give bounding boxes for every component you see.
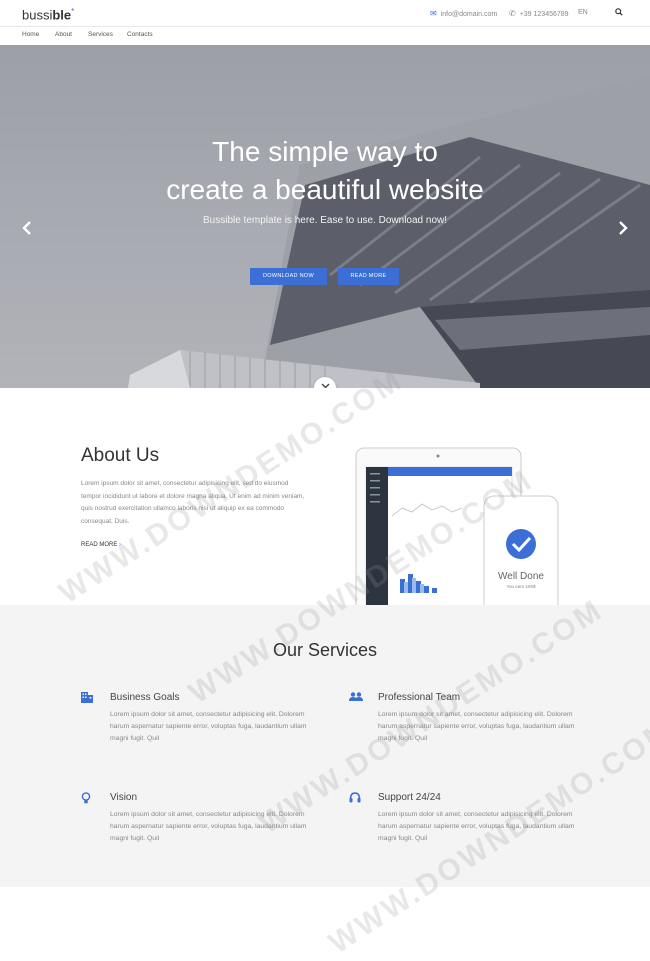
phone-subcaption: You earn 150$: [506, 584, 536, 589]
next-slide-arrow-icon[interactable]: [618, 221, 628, 240]
phone-icon: ✆: [509, 9, 516, 18]
hero-slider: The simple way to create a beautiful web…: [0, 45, 650, 388]
download-now-button[interactable]: DOWNLOAD NOW: [250, 268, 327, 285]
email-text: info@domain.com: [440, 11, 498, 18]
headset-icon: [349, 792, 361, 806]
nav-services[interactable]: Services: [88, 31, 113, 38]
top-bar: bussible* ✉ info@domain.com ✆ +39 12345678…: [0, 0, 650, 27]
hero-title: The simple way to create a beautiful web…: [0, 133, 650, 209]
hero-read-more-button[interactable]: READ MORE: [338, 268, 399, 285]
prev-slide-arrow-icon[interactable]: [22, 221, 32, 240]
logo-text: bussi: [22, 7, 53, 23]
logo-mark: *: [71, 7, 75, 16]
mail-icon: ✉: [430, 9, 437, 18]
nav-about[interactable]: About: [55, 31, 72, 38]
people-icon: [349, 692, 363, 704]
phone-link[interactable]: ✆ +39 123456789: [509, 9, 569, 18]
nav-home[interactable]: Home: [22, 31, 39, 38]
phone-caption: Well Done: [498, 571, 544, 582]
search-icon[interactable]: [615, 8, 623, 18]
hero-subtitle: Bussible template is here. Ease to use. …: [202, 215, 448, 226]
building-icon: [81, 692, 93, 706]
hero-title-line-2: create a beautiful website: [166, 174, 484, 205]
language-selector[interactable]: EN: [578, 9, 588, 16]
hero-title-line-1: The simple way to: [212, 136, 438, 167]
nav-contacts[interactable]: Contacts: [127, 31, 153, 38]
phone-text: +39 123456789: [519, 11, 569, 18]
email-link[interactable]: ✉ info@domain.com: [430, 9, 497, 18]
main-nav: Home About Services Contacts: [0, 27, 650, 45]
about-title: About Us: [81, 445, 160, 466]
logo-text-bold: ble: [52, 7, 72, 23]
logo[interactable]: bussible*: [22, 7, 74, 22]
lightbulb-icon: [81, 792, 91, 807]
service-text: Lorem ipsum dolor sit amet, consectetur …: [110, 711, 307, 742]
